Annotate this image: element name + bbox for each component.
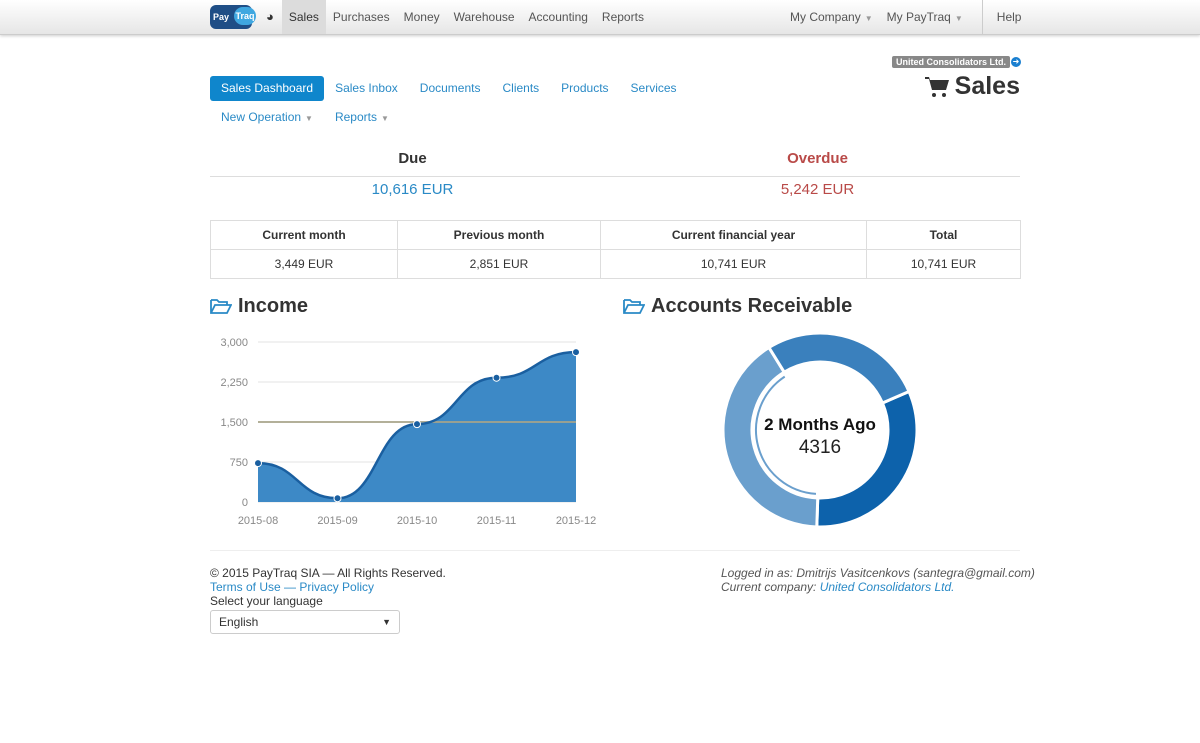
cell-previous-month: 2,851 EUR [397,249,601,279]
x-tick-label: 2015-12 [556,515,596,527]
accounts-receivable-title: Accounts Receivable [651,295,853,317]
y-tick-label: 0 [242,497,248,509]
page-title: Sales [924,72,1020,101]
col-total: Total [866,220,1021,250]
nav-help[interactable]: Help [981,0,1036,34]
tab-reports-label: Reports [334,110,377,124]
dashboard-gauge-icon[interactable]: ◕ [258,0,282,34]
nav-warehouse[interactable]: Warehouse [447,0,522,34]
nav-accounting[interactable]: Accounting [522,0,595,34]
tab-new-operation-label: New Operation [221,110,302,124]
top-navbar: Pay Traq ◕ Sales Purchases Money Warehous… [0,0,1200,35]
tab-services[interactable]: Services [620,76,688,101]
nav-reports[interactable]: Reports [595,0,651,34]
data-point [254,459,262,468]
caret-down-icon: ▼ [864,14,873,23]
col-previous-month: Previous month [397,220,601,250]
due-overdue-summary: Due Overdue 10,616 EUR 5,242 EUR [210,150,1020,198]
y-tick-label: 3,000 [220,337,248,349]
accounts-receivable-heading: Accounts Receivable [623,295,852,318]
footer-dash: — [280,580,300,594]
caret-down-icon: ▼ [382,617,391,627]
copyright: © 2015 PayTraq SIA — All Rights Reserved… [210,566,446,580]
caret-down-icon: ▼ [305,114,313,123]
tab-reports[interactable]: Reports ▼ [324,105,400,130]
footer-left: © 2015 PayTraq SIA — All Rights Reserved… [210,566,446,634]
sales-subnav: Sales Dashboard Sales Inbox Documents Cl… [210,76,770,134]
x-tick-label: 2015-09 [317,515,357,527]
cell-current-month: 3,449 EUR [210,249,398,279]
table-header-row: Current month Previous month Current fin… [210,220,1021,250]
cell-total: 10,741 EUR [866,249,1021,279]
nav-money[interactable]: Money [397,0,447,34]
tab-clients[interactable]: Clients [491,76,550,101]
privacy-link[interactable]: Privacy Policy [299,580,374,594]
footer-right: Logged in as: Dmitrijs Vasitcenkovs (san… [721,566,1035,594]
current-company-label: Current company: [721,580,820,594]
caret-down-icon: ▼ [381,114,389,123]
language-label: Select your language [210,594,323,608]
tab-sales-dashboard[interactable]: Sales Dashboard [210,76,325,101]
tab-documents[interactable]: Documents [409,76,492,101]
overdue-label: Overdue [787,150,848,167]
donut-segment [766,331,911,405]
nav-my-company-label: My Company [790,10,861,24]
donut-center-label: 2 Months Ago [764,415,876,434]
folder-open-icon [623,299,645,314]
caret-down-icon: ▼ [954,14,963,23]
y-tick-label: 2,250 [220,377,248,389]
nav-sales[interactable]: Sales [281,0,326,34]
accounts-receivable-donut: 2 Months Ago 4316 [721,331,919,529]
logged-in-as: Logged in as: Dmitrijs Vasitcenkovs (san… [721,566,1035,580]
y-tick-label: 1,500 [220,417,248,429]
due-value[interactable]: 10,616 EUR [210,181,615,198]
current-company-link[interactable]: United Consolidators Ltd. [820,580,955,594]
income-title: Income [238,295,309,317]
period-totals-table: Current month Previous month Current fin… [210,220,1021,279]
company-badge[interactable]: United Consolidators Ltd. [892,56,1010,68]
col-current-month: Current month [210,220,398,250]
data-point [492,373,501,382]
y-tick-label: 750 [230,457,248,469]
folder-open-icon [210,299,232,314]
col-current-financial-year: Current financial year [600,220,867,250]
nav-my-company[interactable]: My Company ▼ [783,0,880,34]
nav-my-paytraq[interactable]: My PayTraq ▼ [880,0,970,34]
x-tick-label: 2015-08 [238,515,278,527]
due-label: Due [398,150,427,167]
tab-sales-inbox[interactable]: Sales Inbox [324,76,409,101]
donut-center-value: 4316 [799,437,841,458]
nav-purchases[interactable]: Purchases [326,0,397,34]
table-row: 3,449 EUR 2,851 EUR 10,741 EUR 10,741 EU… [210,249,1021,279]
arrow-circle-right-icon[interactable]: ➜ [1011,57,1021,67]
tab-products[interactable]: Products [550,76,619,101]
data-point [572,348,580,357]
tab-new-operation[interactable]: New Operation ▼ [210,105,324,130]
donut-segment [815,389,919,529]
data-point [333,494,342,503]
page-title-text: Sales [954,72,1020,100]
language-value: English [219,615,259,629]
nav-my-paytraq-label: My PayTraq [886,10,951,24]
income-chart: 0 750 1,500 2,250 3,000 2015-08 2015-09 2015-10… [220,337,596,527]
income-heading: Income [210,295,308,318]
paytraq-logo[interactable]: Pay Traq [210,5,256,29]
language-select[interactable]: English ▼ [210,610,400,634]
overdue-value[interactable]: 5,242 EUR [615,181,1020,198]
terms-link[interactable]: Terms of Use [210,580,281,594]
footer-divider [210,550,1020,551]
shopping-cart-icon [924,76,949,97]
data-point [413,420,421,429]
x-tick-label: 2015-11 [477,515,517,527]
cell-current-financial-year: 10,741 EUR [600,249,867,279]
x-tick-label: 2015-10 [397,515,437,527]
